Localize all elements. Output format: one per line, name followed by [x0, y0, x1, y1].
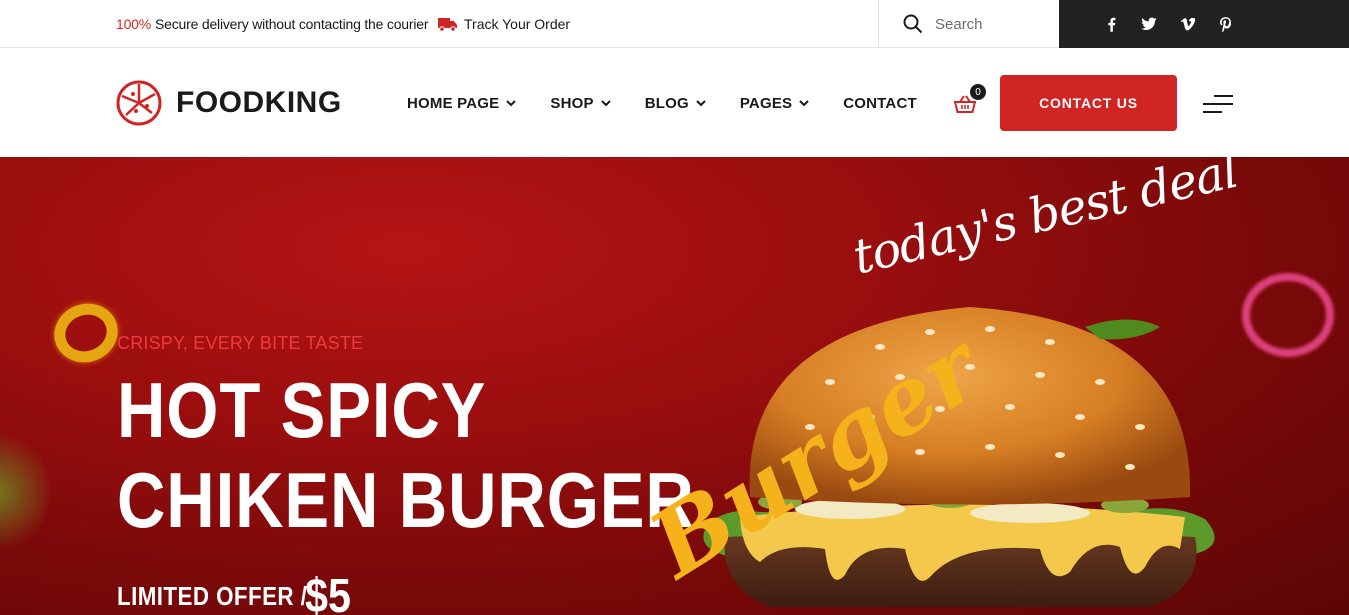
hero-title-line1: HOT SPICY [117, 366, 487, 454]
truck-icon [438, 18, 457, 32]
lettuce-decoration [0, 427, 50, 557]
hamburger-menu-icon[interactable] [1202, 93, 1234, 115]
promo-percent: 100% [116, 16, 152, 32]
nav-shop[interactable]: SHOP [550, 94, 611, 112]
nav-blog[interactable]: BLOG [645, 95, 706, 112]
chevron-down-icon [696, 100, 706, 107]
site-logo[interactable]: FOODKING [116, 80, 342, 126]
cart-button[interactable]: 0 [953, 84, 986, 115]
todays-best-deal-script: today's best deal [848, 157, 1243, 286]
twitter-icon[interactable] [1141, 16, 1157, 32]
nav-contact[interactable]: CONTACT [843, 95, 917, 112]
contact-us-button[interactable]: CONTACT US [1000, 75, 1177, 131]
search-icon[interactable] [903, 14, 923, 34]
hero-subtitle: CRISPY, EVERY BITE TASTE [117, 333, 364, 353]
pinterest-icon[interactable] [1217, 16, 1233, 32]
chevron-down-icon [799, 100, 809, 107]
nav-home-page[interactable]: HOME PAGE [407, 94, 517, 112]
chevron-down-icon [506, 100, 517, 107]
hero-banner: CRISPY, EVERY BITE TASTE HOT SPICY CHIKE… [0, 157, 1349, 615]
limited-offer-label: LIMITED OFFER / [117, 581, 308, 611]
social-links [1059, 0, 1349, 48]
nav-label: PAGES [739, 94, 793, 112]
pizza-logo-icon [116, 80, 162, 126]
track-order-label: Track Your Order [464, 16, 571, 32]
nav-label: CONTACT [843, 94, 917, 112]
chevron-down-icon [600, 100, 611, 107]
pepper-ring-decoration [46, 294, 126, 372]
top-bar: 100% Secure delivery without contacting … [0, 0, 1349, 48]
promo-text: Secure delivery without contacting the c… [155, 16, 429, 32]
nav-label: BLOG [644, 94, 689, 112]
hero-title-line2: CHIKEN BURGER [117, 456, 695, 544]
cart-count-badge: 0 [970, 84, 986, 100]
vimeo-icon[interactable] [1179, 16, 1195, 32]
track-order-link[interactable]: Track Your Order [438, 0, 570, 48]
facebook-icon[interactable] [1103, 16, 1119, 32]
offer-price: $5 [305, 570, 351, 615]
delivery-promo: 100% Secure delivery without contacting … [116, 0, 429, 48]
nav-label: SHOP [550, 94, 594, 112]
search-input[interactable] [933, 14, 1053, 34]
logo-text: FOODKING [176, 86, 342, 119]
main-nav: HOME PAGE SHOP BLOG PAGES CONTACT [407, 49, 951, 157]
search-box [878, 0, 1059, 48]
nav-pages[interactable]: PAGES [740, 95, 809, 112]
nav-label: HOME PAGE [407, 94, 500, 112]
hero-title: HOT SPICY CHIKEN BURGER [117, 365, 695, 545]
main-header: FOODKING HOME PAGE SHOP BLOG PAGES CONTA… [0, 49, 1349, 157]
onion-ring-decoration [1242, 273, 1334, 357]
